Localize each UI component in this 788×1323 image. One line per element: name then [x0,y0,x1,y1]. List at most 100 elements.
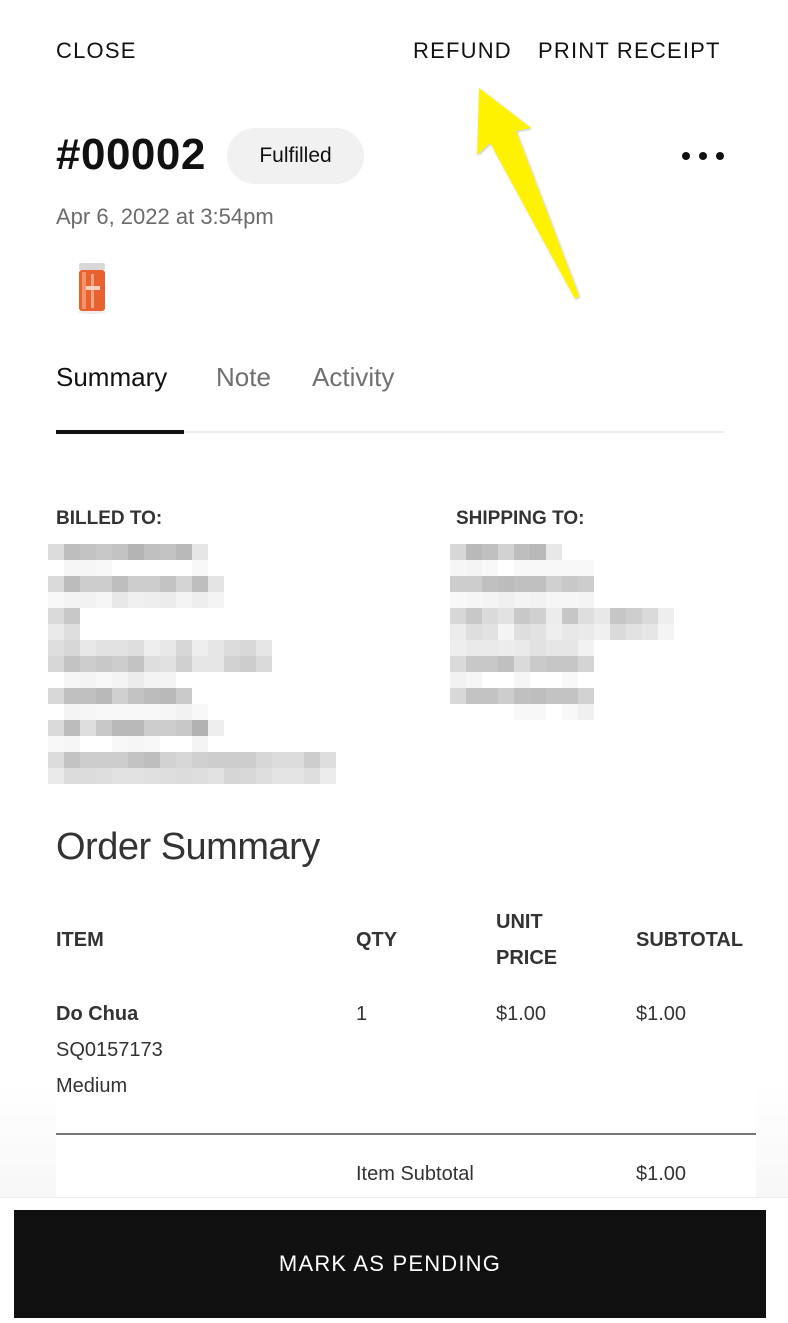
print-receipt-button[interactable]: PRINT RECEIPT [538,38,721,64]
redaction-pixel [128,752,144,768]
redaction-pixel [562,704,578,720]
product-thumbnail[interactable] [76,262,108,314]
redaction-pixel [64,736,80,752]
redaction-pixel [112,672,128,688]
redaction-pixel [128,688,144,704]
redaction-pixel [514,624,530,640]
redaction-pixel [562,672,578,688]
redaction-pixel [192,768,208,784]
redaction-pixel [176,592,192,608]
tab-summary[interactable]: Summary [56,362,167,393]
redaction-pixel [176,704,192,720]
redaction-pixel [64,544,80,560]
redaction-pixel [176,752,192,768]
redaction-pixel [450,688,466,704]
redaction-pixel [208,640,224,656]
refund-button[interactable]: REFUND [413,38,512,64]
redaction-pixel [160,704,176,720]
redaction-pixel [128,736,144,752]
redaction-pixel [176,768,192,784]
redaction-pixel [112,704,128,720]
order-number: #00002 [56,130,206,179]
redaction-pixel [482,640,498,656]
redaction-pixel [578,704,594,720]
redaction-pixel [240,656,256,672]
dot [682,152,690,160]
item-subtotal-label: Item Subtotal [356,1163,474,1185]
redaction-pixel [208,720,224,736]
redaction-pixel [144,704,160,720]
item-qty: 1 [356,1003,368,1025]
redaction-pixel [530,576,546,592]
redaction-pixel [498,640,514,656]
tab-bar: Summary Note Activity [56,362,724,434]
redaction-pixel [48,688,64,704]
redaction-pixel [498,576,514,592]
redaction-pixel [160,752,176,768]
redaction-pixel [272,768,288,784]
billed-to-label: BILLED TO: [56,508,163,529]
redaction-pixel [514,560,530,576]
redaction-pixel [546,688,562,704]
redaction-pixel [626,624,642,640]
more-options-icon[interactable] [682,148,724,164]
redaction-pixel [144,544,160,560]
redaction-pixel [144,688,160,704]
tab-note[interactable]: Note [216,362,271,393]
redaction-pixel [160,640,176,656]
redaction-pixel [96,640,112,656]
redaction-pixel [466,560,482,576]
redaction-pixel [64,672,80,688]
arrow-icon [477,88,579,299]
redaction-pixel [96,544,112,560]
redaction-pixel [48,592,64,608]
shipping-to-address-redacted [450,544,690,724]
redaction-pixel [208,576,224,592]
redaction-pixel [144,672,160,688]
dot [716,152,724,160]
col-item: ITEM [56,929,104,951]
redaction-pixel [192,640,208,656]
redaction-pixel [514,656,530,672]
redaction-pixel [450,560,466,576]
redaction-pixel [498,608,514,624]
redaction-pixel [450,640,466,656]
redaction-pixel [466,672,482,688]
redaction-pixel [80,672,96,688]
redaction-pixel [530,640,546,656]
redaction-pixel [176,688,192,704]
redaction-pixel [80,688,96,704]
redaction-pixel [610,608,626,624]
redaction-pixel [176,544,192,560]
redaction-pixel [546,640,562,656]
redaction-pixel [642,608,658,624]
redaction-pixel [482,544,498,560]
redaction-pixel [240,768,256,784]
redaction-pixel [466,608,482,624]
redaction-pixel [530,624,546,640]
jar-highlight [82,272,86,309]
redaction-pixel [498,624,514,640]
mark-as-pending-button[interactable]: MARK AS PENDING [14,1210,766,1318]
tab-activity[interactable]: Activity [312,362,394,393]
redaction-pixel [96,720,112,736]
redaction-pixel [578,592,594,608]
redaction-pixel [64,608,80,624]
redaction-pixel [546,560,562,576]
redaction-pixel [578,576,594,592]
redaction-pixel [64,624,80,640]
redaction-pixel [192,720,208,736]
redaction-pixel [546,592,562,608]
redaction-pixel [546,576,562,592]
close-button[interactable]: CLOSE [56,38,137,64]
redaction-pixel [562,576,578,592]
redaction-pixel [160,592,176,608]
redaction-pixel [112,576,128,592]
redaction-pixel [64,560,80,576]
col-subtotal: SUBTOTAL [636,929,744,951]
redaction-pixel [578,608,594,624]
redaction-pixel [128,544,144,560]
redaction-pixel [514,640,530,656]
col-unit-price-line1: UNIT [496,911,543,933]
redaction-pixel [466,592,482,608]
